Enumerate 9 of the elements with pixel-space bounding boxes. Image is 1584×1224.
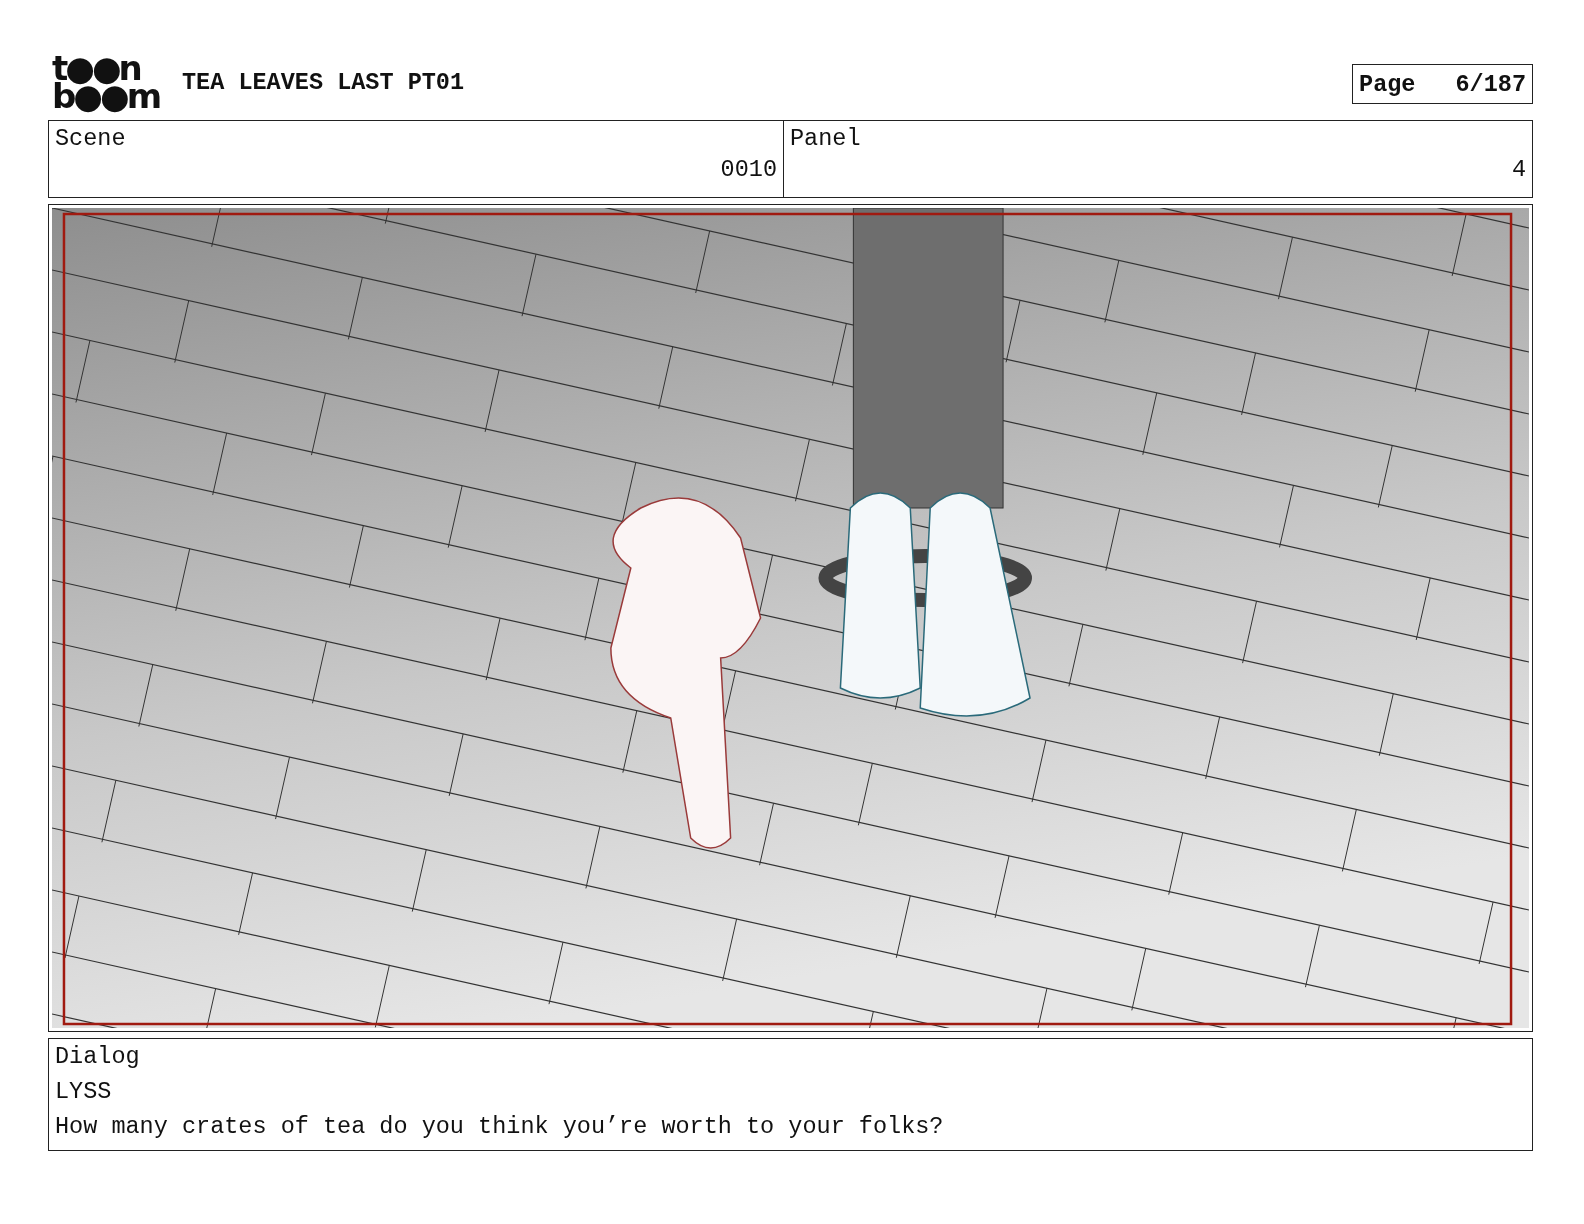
speaker-name: LYSS xyxy=(55,1078,113,1105)
scene-label: Scene xyxy=(55,125,127,152)
panel-number: 4 xyxy=(1511,156,1526,183)
panel-label: Panel xyxy=(790,125,862,152)
storyboard-title: TEA LEAVES LAST PT01 xyxy=(182,68,466,96)
dialog-label: Dialog xyxy=(55,1043,141,1070)
scene-number: 0010 xyxy=(720,156,777,183)
page-counter: Page 6/187 xyxy=(1352,64,1533,104)
dialog-line: How many crates of tea do you think you’re worth to your folks? xyxy=(55,1113,945,1140)
